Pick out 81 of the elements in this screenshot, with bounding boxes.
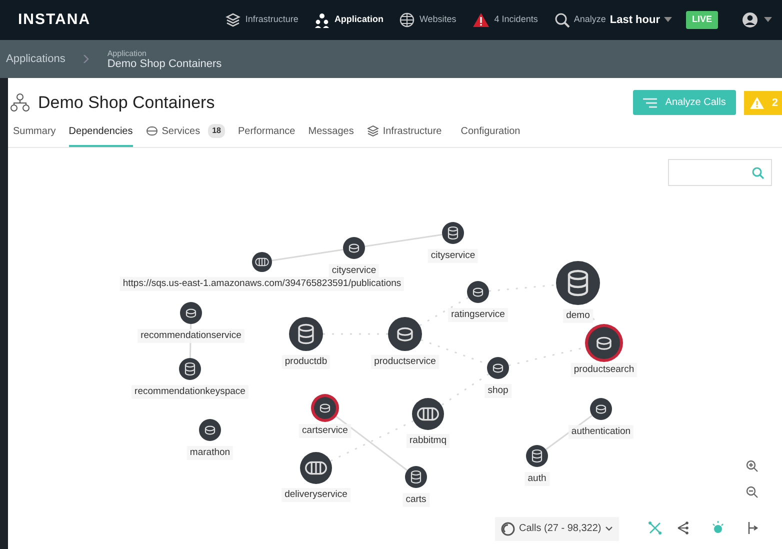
node-label: rabbitmq xyxy=(406,434,450,448)
queue-node[interactable] xyxy=(412,398,444,430)
tab[interactable]: Configuration xyxy=(460,120,520,146)
service-node[interactable] xyxy=(343,236,365,258)
nav-link[interactable]: Infrastructure xyxy=(225,12,298,28)
node-label: cartservice xyxy=(299,424,351,438)
node-label: cityservice xyxy=(328,264,380,278)
connector-line xyxy=(272,248,344,261)
zoom-out-icon[interactable] xyxy=(746,486,758,498)
node-label: recommendationservice xyxy=(138,328,244,342)
time-range-dropdown[interactable]: Last hour xyxy=(610,12,660,28)
tab[interactable]: Summary xyxy=(13,120,56,146)
warning-icon xyxy=(472,12,490,28)
service-node[interactable] xyxy=(388,316,422,350)
caret-icon xyxy=(764,17,772,23)
count-badge: 18 xyxy=(208,124,225,138)
search-icon xyxy=(554,12,570,28)
tab[interactable]: Services 18 xyxy=(146,120,225,146)
breadcrumb-link[interactable]: Applications xyxy=(6,50,66,68)
breadcrumb-caption: Application xyxy=(107,48,148,58)
database-node[interactable] xyxy=(556,260,600,304)
queue-node[interactable] xyxy=(252,252,272,272)
service-node[interactable] xyxy=(585,324,623,362)
node-label: authentication xyxy=(568,424,634,438)
node-label: productsearch xyxy=(570,362,638,376)
incidents-link[interactable]: 4 Incidents xyxy=(472,12,538,28)
database-node[interactable] xyxy=(289,316,323,350)
service-node[interactable] xyxy=(180,302,202,324)
chevron-down-icon xyxy=(605,526,614,532)
node-label: marathon xyxy=(186,446,234,460)
service-node[interactable] xyxy=(487,356,509,378)
caret-icon xyxy=(664,17,672,23)
analyze-label: Analyze xyxy=(574,13,606,26)
service-node[interactable] xyxy=(311,394,339,422)
service-icon xyxy=(146,125,158,137)
database-node[interactable] xyxy=(179,358,201,380)
nav-link[interactable]: Websites xyxy=(399,12,456,28)
search-field[interactable] xyxy=(668,158,772,186)
node-label: demo xyxy=(563,308,593,322)
user-avatar-icon[interactable] xyxy=(742,12,758,28)
database-node[interactable] xyxy=(526,444,548,466)
node-label: deliveryservice xyxy=(282,488,350,502)
share-nodes-icon[interactable] xyxy=(676,520,690,534)
warning-icon xyxy=(750,96,764,109)
people-icon xyxy=(314,12,330,28)
breadcrumb-current: Demo Shop Containers xyxy=(107,58,222,70)
zoom-in-icon[interactable] xyxy=(746,460,758,472)
queue-node[interactable] xyxy=(300,452,332,484)
node-label: auth xyxy=(524,472,550,486)
tab[interactable]: Messages xyxy=(308,120,354,146)
stack-icon xyxy=(225,12,242,28)
tab[interactable]: Dependencies xyxy=(68,120,133,146)
app-hierarchy-icon xyxy=(10,92,30,113)
stack-icon xyxy=(366,125,379,137)
node-label: productservice xyxy=(371,354,439,368)
connector-line xyxy=(488,284,556,292)
page-title: Demo Shop Containers xyxy=(38,92,215,114)
database-node[interactable] xyxy=(405,466,427,488)
service-node[interactable] xyxy=(467,280,489,302)
gauge-icon xyxy=(501,522,515,536)
node-label: ratingservice xyxy=(448,308,508,322)
node-label: carts xyxy=(402,492,430,506)
service-node[interactable] xyxy=(199,418,221,440)
filter-lines-icon xyxy=(643,98,658,108)
chevron-icon xyxy=(83,55,90,63)
brand-logo: INSTANA xyxy=(18,10,91,30)
nav-link[interactable]: Application xyxy=(314,12,384,28)
service-node[interactable] xyxy=(590,398,612,420)
node-label: shop xyxy=(484,384,512,398)
layout-arrows-icon[interactable] xyxy=(746,520,760,534)
node-label: productdb xyxy=(282,354,330,368)
calls-dropdown[interactable]: Calls (27 - 98,322) xyxy=(495,516,620,540)
tab[interactable]: Infrastructure xyxy=(366,120,442,146)
connector-line xyxy=(440,372,490,406)
node-label: cityservice xyxy=(428,248,478,262)
search-icon xyxy=(752,166,764,178)
node-label: https://sqs.us-east-1.amazonaws.com/394765823591/publications xyxy=(120,276,404,290)
node-label: recommendationkeyspace xyxy=(132,384,248,398)
database-node[interactable] xyxy=(442,222,464,244)
tab[interactable]: Performance xyxy=(238,120,296,146)
globe-icon xyxy=(399,12,416,28)
